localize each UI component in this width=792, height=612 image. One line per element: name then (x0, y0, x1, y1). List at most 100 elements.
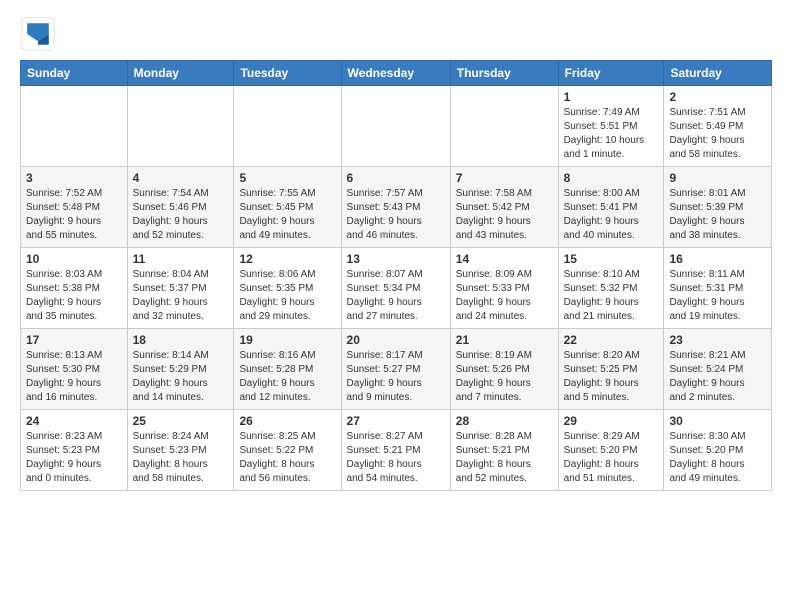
calendar-cell: 4 Sunrise: 7:54 AM Sunset: 5:46 PM Daylig… (127, 167, 234, 248)
day-number: 10 (26, 252, 122, 266)
day-number: 22 (564, 333, 659, 347)
calendar-cell (127, 86, 234, 167)
day-info: Sunrise: 8:00 AM Sunset: 5:41 PM Dayligh… (564, 187, 659, 243)
day-info: Sunrise: 8:27 AM Sunset: 5:21 PM Dayligh… (347, 430, 445, 486)
calendar-cell: 10 Sunrise: 8:03 AM Sunset: 5:38 PM Dayli… (21, 248, 128, 329)
day-number: 14 (456, 252, 553, 266)
header-area (20, 16, 772, 52)
weekday-header: Saturday (664, 61, 772, 86)
day-info: Sunrise: 8:01 AM Sunset: 5:39 PM Dayligh… (669, 187, 766, 243)
calendar-cell: 15 Sunrise: 8:10 AM Sunset: 5:32 PM Dayli… (558, 248, 664, 329)
day-number: 5 (239, 171, 335, 185)
day-info: Sunrise: 8:28 AM Sunset: 5:21 PM Dayligh… (456, 430, 553, 486)
day-number: 21 (456, 333, 553, 347)
calendar-cell: 7 Sunrise: 7:58 AM Sunset: 5:42 PM Daylig… (450, 167, 558, 248)
day-info: Sunrise: 7:54 AM Sunset: 5:46 PM Dayligh… (133, 187, 229, 243)
calendar-cell: 13 Sunrise: 8:07 AM Sunset: 5:34 PM Dayli… (341, 248, 450, 329)
day-number: 12 (239, 252, 335, 266)
calendar-cell: 8 Sunrise: 8:00 AM Sunset: 5:41 PM Daylig… (558, 167, 664, 248)
calendar-cell: 28 Sunrise: 8:28 AM Sunset: 5:21 PM Dayli… (450, 410, 558, 491)
calendar-cell (450, 86, 558, 167)
calendar-week-row: 24 Sunrise: 8:23 AM Sunset: 5:23 PM Dayli… (21, 410, 772, 491)
day-number: 19 (239, 333, 335, 347)
day-info: Sunrise: 8:10 AM Sunset: 5:32 PM Dayligh… (564, 268, 659, 324)
calendar-cell (341, 86, 450, 167)
calendar-cell: 6 Sunrise: 7:57 AM Sunset: 5:43 PM Daylig… (341, 167, 450, 248)
calendar-header-row: SundayMondayTuesdayWednesdayThursdayFrid… (21, 61, 772, 86)
calendar-cell: 11 Sunrise: 8:04 AM Sunset: 5:37 PM Dayli… (127, 248, 234, 329)
day-info: Sunrise: 8:25 AM Sunset: 5:22 PM Dayligh… (239, 430, 335, 486)
day-info: Sunrise: 8:24 AM Sunset: 5:23 PM Dayligh… (133, 430, 229, 486)
calendar-cell: 3 Sunrise: 7:52 AM Sunset: 5:48 PM Daylig… (21, 167, 128, 248)
weekday-header: Wednesday (341, 61, 450, 86)
calendar-cell: 25 Sunrise: 8:24 AM Sunset: 5:23 PM Dayli… (127, 410, 234, 491)
day-number: 4 (133, 171, 229, 185)
calendar-cell (21, 86, 128, 167)
day-info: Sunrise: 8:06 AM Sunset: 5:35 PM Dayligh… (239, 268, 335, 324)
calendar-week-row: 3 Sunrise: 7:52 AM Sunset: 5:48 PM Daylig… (21, 167, 772, 248)
calendar-cell: 17 Sunrise: 8:13 AM Sunset: 5:30 PM Dayli… (21, 329, 128, 410)
day-info: Sunrise: 8:07 AM Sunset: 5:34 PM Dayligh… (347, 268, 445, 324)
day-number: 29 (564, 414, 659, 428)
calendar-cell: 19 Sunrise: 8:16 AM Sunset: 5:28 PM Dayli… (234, 329, 341, 410)
calendar-cell: 2Sunrise: 7:51 AM Sunset: 5:49 PM Daylig… (664, 86, 772, 167)
day-number: 18 (133, 333, 229, 347)
day-number: 15 (564, 252, 659, 266)
page: SundayMondayTuesdayWednesdayThursdayFrid… (0, 0, 792, 507)
day-number: 30 (669, 414, 766, 428)
day-number: 11 (133, 252, 229, 266)
day-number: 27 (347, 414, 445, 428)
calendar-cell: 5Sunrise: 7:55 AM Sunset: 5:45 PM Daylig… (234, 167, 341, 248)
weekday-header: Friday (558, 61, 664, 86)
calendar-cell: 20 Sunrise: 8:17 AM Sunset: 5:27 PM Dayli… (341, 329, 450, 410)
calendar-cell: 12 Sunrise: 8:06 AM Sunset: 5:35 PM Dayli… (234, 248, 341, 329)
day-number: 8 (564, 171, 659, 185)
calendar-cell (234, 86, 341, 167)
day-number: 6 (347, 171, 445, 185)
day-info: Sunrise: 8:11 AM Sunset: 5:31 PM Dayligh… (669, 268, 766, 324)
day-info: Sunrise: 8:29 AM Sunset: 5:20 PM Dayligh… (564, 430, 659, 486)
day-number: 28 (456, 414, 553, 428)
day-info: Sunrise: 7:57 AM Sunset: 5:43 PM Dayligh… (347, 187, 445, 243)
day-info: Sunrise: 8:21 AM Sunset: 5:24 PM Dayligh… (669, 349, 766, 405)
calendar-cell: 29 Sunrise: 8:29 AM Sunset: 5:20 PM Dayli… (558, 410, 664, 491)
day-info: Sunrise: 8:03 AM Sunset: 5:38 PM Dayligh… (26, 268, 122, 324)
day-number: 13 (347, 252, 445, 266)
calendar-cell: 14 Sunrise: 8:09 AM Sunset: 5:33 PM Dayli… (450, 248, 558, 329)
day-number: 7 (456, 171, 553, 185)
day-number: 23 (669, 333, 766, 347)
calendar-cell: 26 Sunrise: 8:25 AM Sunset: 5:22 PM Dayli… (234, 410, 341, 491)
logo-icon (20, 16, 56, 52)
logo (20, 16, 62, 52)
day-info: Sunrise: 8:04 AM Sunset: 5:37 PM Dayligh… (133, 268, 229, 324)
day-info: Sunrise: 8:14 AM Sunset: 5:29 PM Dayligh… (133, 349, 229, 405)
day-info: Sunrise: 8:16 AM Sunset: 5:28 PM Dayligh… (239, 349, 335, 405)
calendar-cell: 22 Sunrise: 8:20 AM Sunset: 5:25 PM Dayli… (558, 329, 664, 410)
day-info: Sunrise: 8:30 AM Sunset: 5:20 PM Dayligh… (669, 430, 766, 486)
day-number: 26 (239, 414, 335, 428)
day-number: 20 (347, 333, 445, 347)
day-info: Sunrise: 8:17 AM Sunset: 5:27 PM Dayligh… (347, 349, 445, 405)
weekday-header: Tuesday (234, 61, 341, 86)
day-number: 24 (26, 414, 122, 428)
calendar-cell: 1Sunrise: 7:49 AM Sunset: 5:51 PM Daylig… (558, 86, 664, 167)
day-info: Sunrise: 8:19 AM Sunset: 5:26 PM Dayligh… (456, 349, 553, 405)
day-info: Sunrise: 8:09 AM Sunset: 5:33 PM Dayligh… (456, 268, 553, 324)
calendar-week-row: 1Sunrise: 7:49 AM Sunset: 5:51 PM Daylig… (21, 86, 772, 167)
day-info: Sunrise: 7:58 AM Sunset: 5:42 PM Dayligh… (456, 187, 553, 243)
calendar: SundayMondayTuesdayWednesdayThursdayFrid… (20, 60, 772, 491)
day-info: Sunrise: 8:20 AM Sunset: 5:25 PM Dayligh… (564, 349, 659, 405)
day-info: Sunrise: 8:13 AM Sunset: 5:30 PM Dayligh… (26, 349, 122, 405)
day-info: Sunrise: 7:52 AM Sunset: 5:48 PM Dayligh… (26, 187, 122, 243)
calendar-cell: 27 Sunrise: 8:27 AM Sunset: 5:21 PM Dayli… (341, 410, 450, 491)
day-number: 25 (133, 414, 229, 428)
calendar-cell: 24 Sunrise: 8:23 AM Sunset: 5:23 PM Dayli… (21, 410, 128, 491)
day-info: Sunrise: 7:51 AM Sunset: 5:49 PM Dayligh… (669, 106, 766, 162)
day-info: Sunrise: 8:23 AM Sunset: 5:23 PM Dayligh… (26, 430, 122, 486)
calendar-cell: 30 Sunrise: 8:30 AM Sunset: 5:20 PM Dayli… (664, 410, 772, 491)
day-number: 17 (26, 333, 122, 347)
day-number: 3 (26, 171, 122, 185)
calendar-cell: 9 Sunrise: 8:01 AM Sunset: 5:39 PM Daylig… (664, 167, 772, 248)
weekday-header: Sunday (21, 61, 128, 86)
day-number: 9 (669, 171, 766, 185)
